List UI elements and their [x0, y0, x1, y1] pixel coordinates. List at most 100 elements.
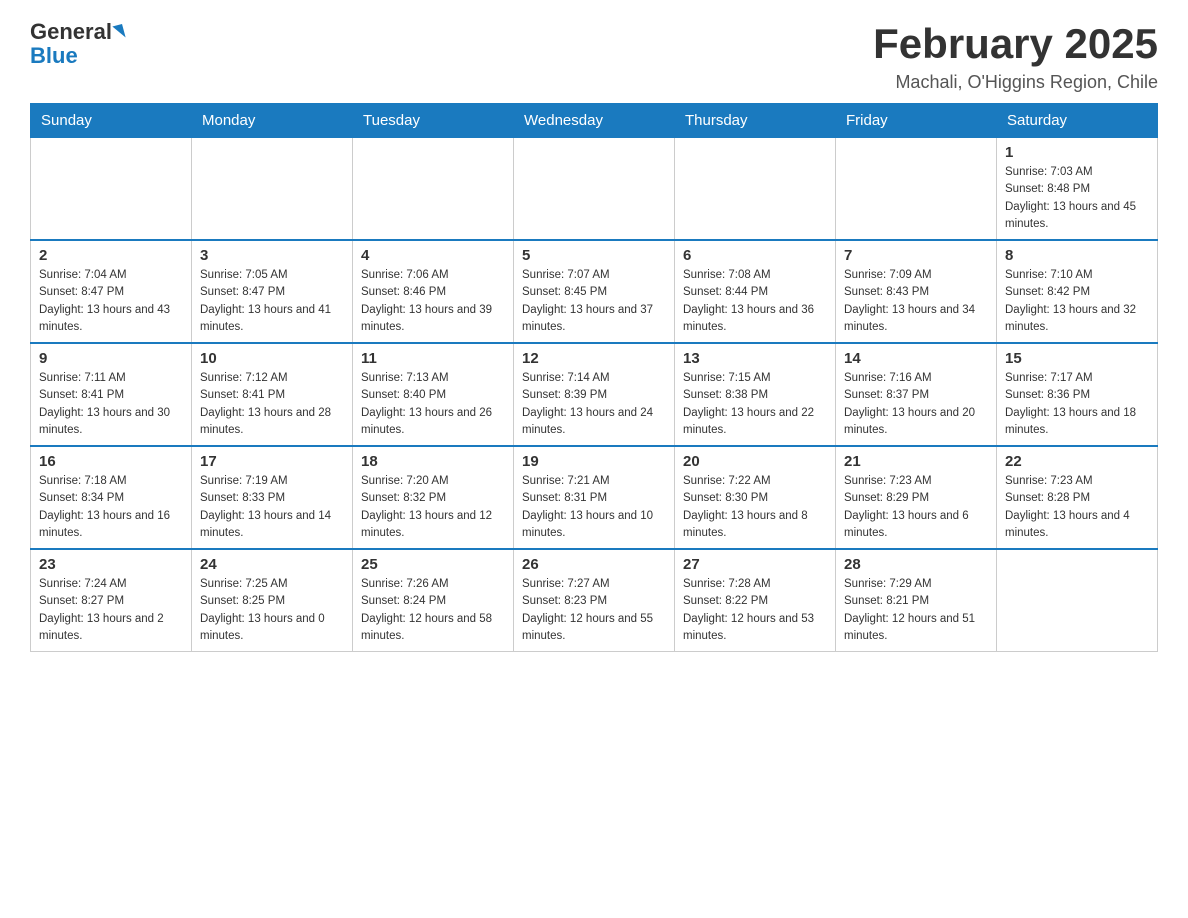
weekday-header-friday: Friday: [836, 104, 997, 138]
calendar-cell: 22Sunrise: 7:23 AM Sunset: 8:28 PM Dayli…: [997, 446, 1158, 549]
day-number: 4: [361, 247, 505, 264]
day-number: 25: [361, 556, 505, 573]
day-number: 20: [683, 453, 827, 470]
logo-arrow-icon: [112, 24, 125, 40]
day-info: Sunrise: 7:13 AM Sunset: 8:40 PM Dayligh…: [361, 370, 505, 439]
calendar-week-1: 1 Sunrise: 7:03 AM Sunset: 8:48 PM Daylig…: [31, 138, 1158, 241]
location-subtitle: Machali, O'Higgins Region, Chile: [873, 72, 1158, 93]
day-number: 7: [844, 247, 988, 264]
calendar-cell: [997, 549, 1158, 652]
day-number: 13: [683, 350, 827, 367]
weekday-header-saturday: Saturday: [997, 104, 1158, 138]
day-number: 2: [39, 247, 183, 264]
day-info: Sunrise: 7:27 AM Sunset: 8:23 PM Dayligh…: [522, 576, 666, 645]
day-info: Sunrise: 7:09 AM Sunset: 8:43 PM Dayligh…: [844, 267, 988, 336]
day-info: Sunrise: 7:28 AM Sunset: 8:22 PM Dayligh…: [683, 576, 827, 645]
day-info: Sunrise: 7:07 AM Sunset: 8:45 PM Dayligh…: [522, 267, 666, 336]
calendar-cell: 12 Sunrise: 7:14 AM Sunset: 8:39 PM Dayli…: [514, 343, 675, 446]
day-number: 5: [522, 247, 666, 264]
weekday-header-tuesday: Tuesday: [353, 104, 514, 138]
calendar-cell: 3 Sunrise: 7:05 AM Sunset: 8:47 PM Daylig…: [192, 240, 353, 343]
day-info: Sunrise: 7:17 AM Sunset: 8:36 PM Dayligh…: [1005, 370, 1149, 439]
calendar-cell: 20 Sunrise: 7:22 AM Sunset: 8:30 PM Dayli…: [675, 446, 836, 549]
calendar-cell: 11 Sunrise: 7:13 AM Sunset: 8:40 PM Dayli…: [353, 343, 514, 446]
day-info: Sunrise: 7:23 AM Sunset: 8:29 PM Dayligh…: [844, 473, 988, 542]
calendar-cell: 17 Sunrise: 7:19 AM Sunset: 8:33 PM Dayli…: [192, 446, 353, 549]
day-info: Sunrise: 7:22 AM Sunset: 8:30 PM Dayligh…: [683, 473, 827, 542]
calendar-cell: [836, 138, 997, 241]
calendar-cell: 5 Sunrise: 7:07 AM Sunset: 8:45 PM Daylig…: [514, 240, 675, 343]
calendar-week-5: 23 Sunrise: 7:24 AM Sunset: 8:27 PM Dayli…: [31, 549, 1158, 652]
calendar-cell: 25 Sunrise: 7:26 AM Sunset: 8:24 PM Dayli…: [353, 549, 514, 652]
day-number: 9: [39, 350, 183, 367]
day-number: 11: [361, 350, 505, 367]
day-info: Sunrise: 7:26 AM Sunset: 8:24 PM Dayligh…: [361, 576, 505, 645]
day-info: Sunrise: 7:15 AM Sunset: 8:38 PM Dayligh…: [683, 370, 827, 439]
calendar-cell: [514, 138, 675, 241]
weekday-header-sunday: Sunday: [31, 104, 192, 138]
month-title: February 2025: [873, 20, 1158, 68]
day-info: Sunrise: 7:19 AM Sunset: 8:33 PM Dayligh…: [200, 473, 344, 542]
day-info: Sunrise: 7:24 AM Sunset: 8:27 PM Dayligh…: [39, 576, 183, 645]
day-number: 8: [1005, 247, 1149, 264]
calendar-cell: 23 Sunrise: 7:24 AM Sunset: 8:27 PM Dayli…: [31, 549, 192, 652]
day-info: Sunrise: 7:21 AM Sunset: 8:31 PM Dayligh…: [522, 473, 666, 542]
day-info: Sunrise: 7:06 AM Sunset: 8:46 PM Dayligh…: [361, 267, 505, 336]
day-number: 14: [844, 350, 988, 367]
day-number: 12: [522, 350, 666, 367]
calendar-cell: 9 Sunrise: 7:11 AM Sunset: 8:41 PM Daylig…: [31, 343, 192, 446]
title-section: February 2025 Machali, O'Higgins Region,…: [873, 20, 1158, 93]
page-header: General Blue February 2025 Machali, O'Hi…: [30, 20, 1158, 93]
day-info: Sunrise: 7:10 AM Sunset: 8:42 PM Dayligh…: [1005, 267, 1149, 336]
calendar-cell: 15 Sunrise: 7:17 AM Sunset: 8:36 PM Dayli…: [997, 343, 1158, 446]
day-number: 16: [39, 453, 183, 470]
day-info: Sunrise: 7:04 AM Sunset: 8:47 PM Dayligh…: [39, 267, 183, 336]
day-number: 18: [361, 453, 505, 470]
calendar-cell: 16Sunrise: 7:18 AM Sunset: 8:34 PM Dayli…: [31, 446, 192, 549]
calendar-cell: 27 Sunrise: 7:28 AM Sunset: 8:22 PM Dayli…: [675, 549, 836, 652]
calendar-cell: 7 Sunrise: 7:09 AM Sunset: 8:43 PM Daylig…: [836, 240, 997, 343]
day-info: Sunrise: 7:25 AM Sunset: 8:25 PM Dayligh…: [200, 576, 344, 645]
weekday-header-thursday: Thursday: [675, 104, 836, 138]
day-info: Sunrise: 7:14 AM Sunset: 8:39 PM Dayligh…: [522, 370, 666, 439]
day-info: Sunrise: 7:05 AM Sunset: 8:47 PM Dayligh…: [200, 267, 344, 336]
day-info: Sunrise: 7:11 AM Sunset: 8:41 PM Dayligh…: [39, 370, 183, 439]
weekday-header-monday: Monday: [192, 104, 353, 138]
calendar-cell: 10Sunrise: 7:12 AM Sunset: 8:41 PM Dayli…: [192, 343, 353, 446]
calendar-cell: [675, 138, 836, 241]
logo-blue-text: Blue: [30, 44, 78, 68]
day-info: Sunrise: 7:12 AM Sunset: 8:41 PM Dayligh…: [200, 370, 344, 439]
day-number: 23: [39, 556, 183, 573]
calendar-cell: 28 Sunrise: 7:29 AM Sunset: 8:21 PM Dayli…: [836, 549, 997, 652]
day-info: Sunrise: 7:20 AM Sunset: 8:32 PM Dayligh…: [361, 473, 505, 542]
day-number: 3: [200, 247, 344, 264]
calendar-cell: 18 Sunrise: 7:20 AM Sunset: 8:32 PM Dayli…: [353, 446, 514, 549]
calendar-cell: 14 Sunrise: 7:16 AM Sunset: 8:37 PM Dayli…: [836, 343, 997, 446]
day-number: 24: [200, 556, 344, 573]
calendar-cell: 19Sunrise: 7:21 AM Sunset: 8:31 PM Dayli…: [514, 446, 675, 549]
day-number: 17: [200, 453, 344, 470]
day-number: 15: [1005, 350, 1149, 367]
calendar-cell: [353, 138, 514, 241]
calendar-week-4: 16Sunrise: 7:18 AM Sunset: 8:34 PM Dayli…: [31, 446, 1158, 549]
day-number: 27: [683, 556, 827, 573]
day-info: Sunrise: 7:16 AM Sunset: 8:37 PM Dayligh…: [844, 370, 988, 439]
calendar-cell: 26Sunrise: 7:27 AM Sunset: 8:23 PM Dayli…: [514, 549, 675, 652]
calendar-cell: [31, 138, 192, 241]
calendar-cell: 2 Sunrise: 7:04 AM Sunset: 8:47 PM Daylig…: [31, 240, 192, 343]
calendar-table: SundayMondayTuesdayWednesdayThursdayFrid…: [30, 103, 1158, 652]
calendar-week-2: 2 Sunrise: 7:04 AM Sunset: 8:47 PM Daylig…: [31, 240, 1158, 343]
day-info: Sunrise: 7:03 AM Sunset: 8:48 PM Dayligh…: [1005, 164, 1149, 233]
calendar-cell: 13 Sunrise: 7:15 AM Sunset: 8:38 PM Dayli…: [675, 343, 836, 446]
calendar-cell: 1 Sunrise: 7:03 AM Sunset: 8:48 PM Daylig…: [997, 138, 1158, 241]
day-number: 28: [844, 556, 988, 573]
calendar-cell: 24 Sunrise: 7:25 AM Sunset: 8:25 PM Dayli…: [192, 549, 353, 652]
calendar-cell: 21Sunrise: 7:23 AM Sunset: 8:29 PM Dayli…: [836, 446, 997, 549]
day-number: 1: [1005, 144, 1149, 161]
weekday-header-wednesday: Wednesday: [514, 104, 675, 138]
logo: General Blue: [30, 20, 124, 68]
day-number: 6: [683, 247, 827, 264]
calendar-cell: [192, 138, 353, 241]
day-info: Sunrise: 7:23 AM Sunset: 8:28 PM Dayligh…: [1005, 473, 1149, 542]
day-info: Sunrise: 7:29 AM Sunset: 8:21 PM Dayligh…: [844, 576, 988, 645]
